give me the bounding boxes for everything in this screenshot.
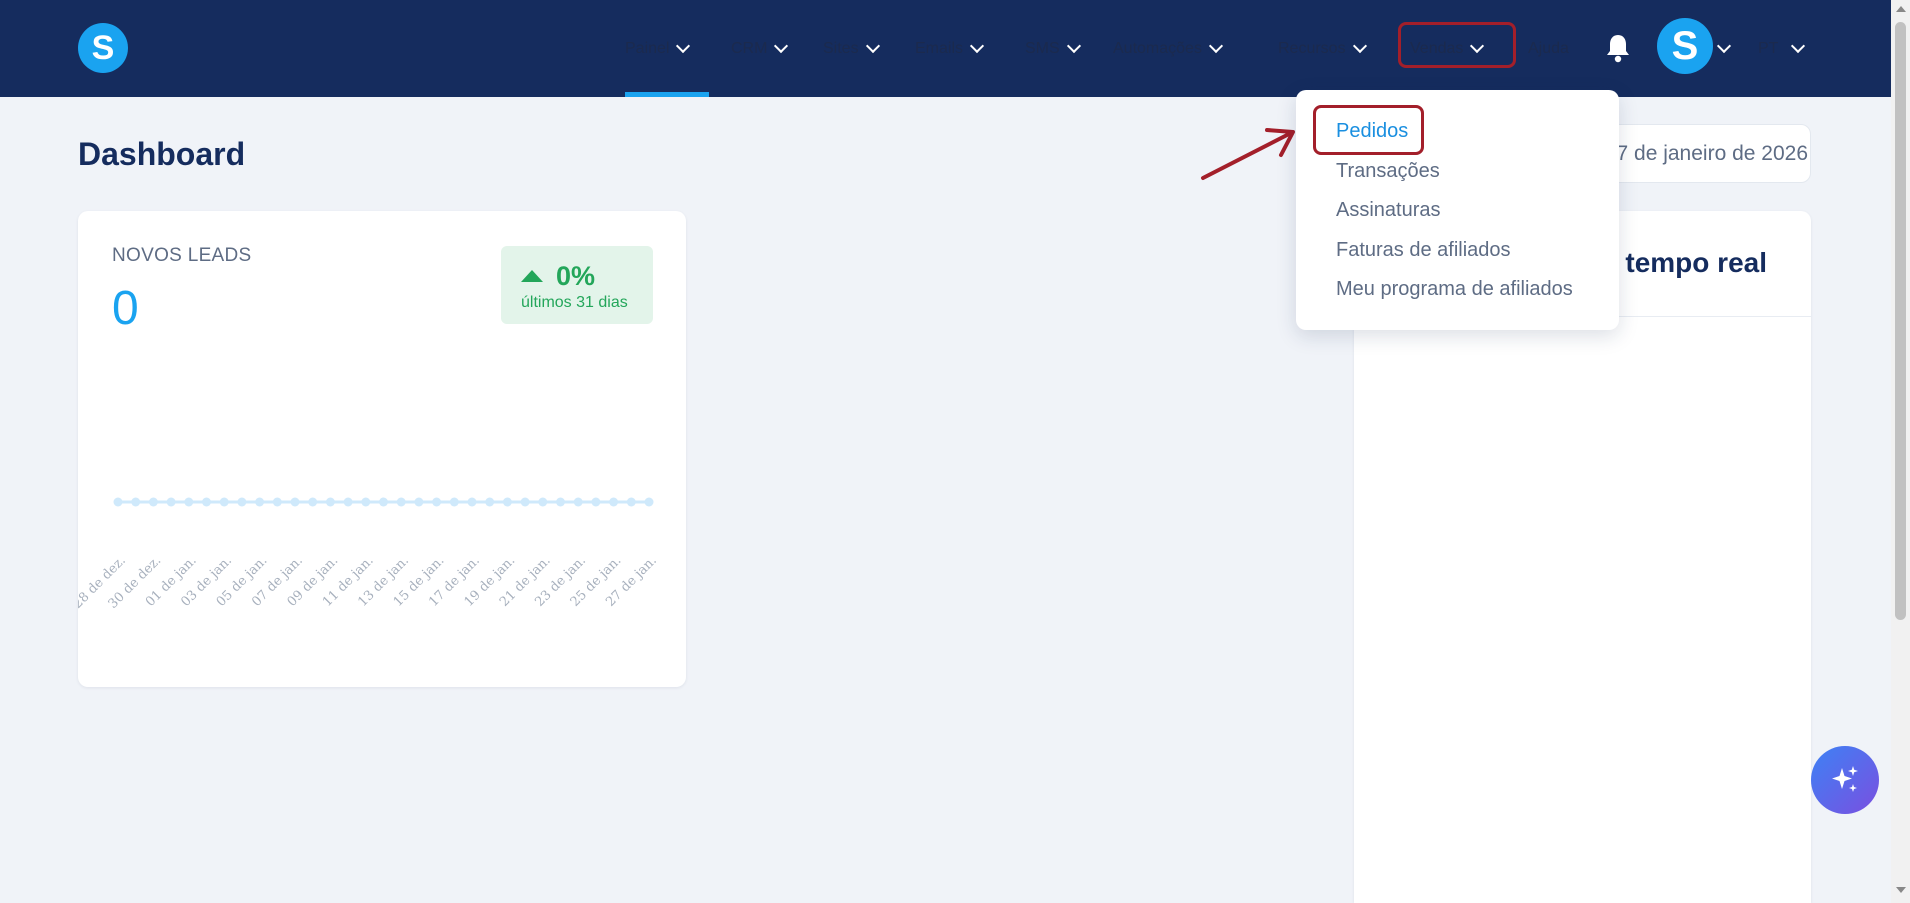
language-label: PT (1758, 39, 1779, 57)
data-point[interactable] (396, 497, 406, 507)
chevron-down-icon (676, 38, 691, 53)
data-point[interactable] (414, 497, 424, 507)
data-point[interactable] (644, 497, 654, 507)
sparkles-icon (1832, 766, 1858, 792)
language-selector[interactable]: PT (1758, 0, 1806, 97)
nav-painel-label: Painel (625, 39, 670, 57)
menu-item-pedidos[interactable]: Pedidos (1336, 120, 1408, 143)
data-point[interactable] (184, 497, 194, 507)
chevron-down-icon (969, 38, 985, 53)
user-menu-toggle[interactable] (1716, 0, 1732, 97)
data-point[interactable] (467, 497, 477, 507)
scroll-down-arrow[interactable] (1896, 887, 1906, 893)
data-point[interactable] (609, 497, 619, 507)
nav-recursos[interactable]: Recursos (1278, 0, 1367, 97)
data-point[interactable] (573, 497, 583, 507)
data-point[interactable] (379, 497, 388, 507)
data-point[interactable] (131, 497, 141, 507)
nav-sites[interactable]: Sites (823, 0, 880, 97)
chevron-down-icon (1716, 38, 1732, 53)
scrollbar-thumb[interactable] (1895, 22, 1906, 620)
data-point[interactable] (237, 497, 247, 507)
nav-ajuda[interactable]: Ajuda (1528, 0, 1569, 97)
menu-item-programa-afiliados[interactable]: Meu programa de afiliados (1336, 278, 1573, 301)
chevron-down-icon (1066, 38, 1081, 53)
annotation-arrow-icon (1201, 128, 1295, 180)
chevron-down-icon (774, 38, 789, 53)
data-point[interactable] (272, 497, 282, 507)
nav-sites-label: Sites (823, 39, 859, 57)
data-point[interactable] (308, 497, 318, 507)
chevron-down-icon (1352, 38, 1367, 53)
new-leads-card: NOVOS LEADS 0 0% últimos 31 dias 28 de d… (78, 211, 686, 687)
bell-icon[interactable] (1605, 33, 1631, 63)
data-point[interactable] (325, 497, 335, 507)
data-point[interactable] (538, 497, 548, 507)
data-point[interactable] (166, 497, 176, 507)
nav-crm[interactable]: CRM (731, 0, 789, 97)
avatar-letter: S (1671, 23, 1699, 68)
data-point[interactable] (556, 497, 565, 507)
ai-assistant-button[interactable] (1811, 746, 1879, 814)
data-point[interactable] (591, 497, 601, 507)
data-point[interactable] (432, 497, 442, 507)
page-title: Dashboard (78, 136, 246, 172)
nav-ajuda-label: Ajuda (1528, 39, 1569, 57)
nav-crm-label: CRM (731, 39, 768, 57)
data-point[interactable] (255, 497, 265, 507)
data-point[interactable] (148, 497, 158, 507)
date-range-value: 27 de janeiro de 2026 (1604, 141, 1808, 165)
menu-item-assinaturas[interactable]: Assinaturas (1336, 199, 1441, 222)
data-point[interactable] (113, 497, 123, 507)
chevron-down-icon (1208, 38, 1224, 53)
vendas-dropdown-menu: Pedidos Transações Assinaturas Faturas d… (1296, 90, 1619, 330)
nav-sms-label: SMS (1025, 39, 1060, 57)
chevron-down-icon (1791, 38, 1806, 53)
data-point[interactable] (290, 497, 300, 507)
data-point[interactable] (202, 497, 211, 507)
menu-item-transacoes[interactable]: Transações (1336, 160, 1440, 183)
data-point[interactable] (626, 497, 636, 507)
data-point[interactable] (449, 497, 459, 507)
data-point[interactable] (361, 497, 371, 507)
menu-item-faturas-afiliados[interactable]: Faturas de afiliados (1336, 239, 1511, 262)
nav-emails-label: Emails (915, 39, 964, 57)
nav-emails[interactable]: Emails (915, 0, 985, 97)
nav-automacoes-label: Automações (1113, 39, 1202, 57)
active-nav-indicator (625, 92, 709, 97)
top-navigation-bar: S Painel CRM Sites Emails SMS Automações… (0, 0, 1891, 97)
leads-line-chart: 28 de dez.30 de dez.01 de jan.03 de jan.… (78, 497, 660, 612)
data-point[interactable] (520, 497, 530, 507)
nav-sms[interactable]: SMS (1025, 0, 1081, 97)
vendas-highlight-box (1398, 22, 1516, 68)
data-point[interactable] (485, 497, 495, 507)
scroll-up-arrow[interactable] (1896, 6, 1906, 12)
logo-letter: S (91, 28, 115, 67)
nav-automacoes[interactable]: Automações (1113, 0, 1224, 97)
app-logo[interactable]: S (78, 23, 128, 73)
data-point[interactable] (343, 497, 353, 507)
chevron-down-icon (865, 38, 880, 53)
data-point[interactable] (219, 497, 229, 507)
user-avatar[interactable]: S (1657, 18, 1713, 74)
nav-painel[interactable]: Painel (625, 0, 691, 97)
data-point[interactable] (502, 497, 512, 507)
nav-recursos-label: Recursos (1278, 39, 1346, 57)
